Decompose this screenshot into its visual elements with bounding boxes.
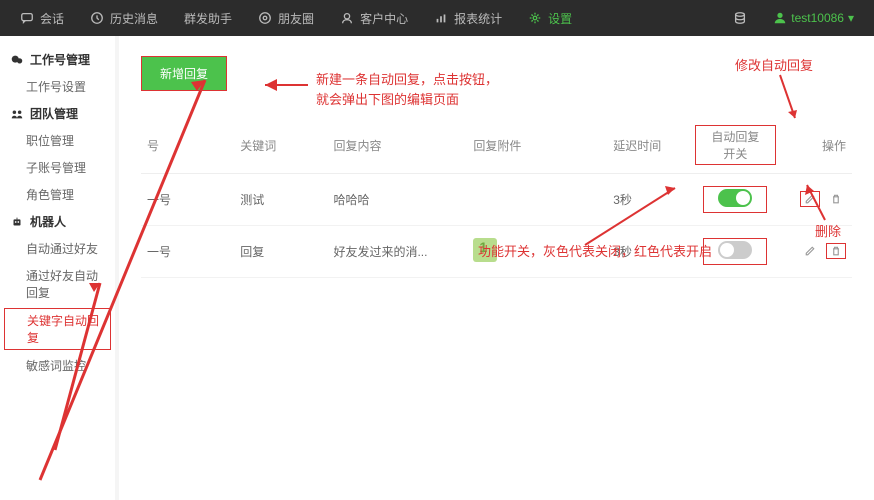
user-menu[interactable]: test10086 ▾ (773, 11, 854, 25)
cell-keyword: 测试 (234, 174, 327, 226)
col-ops: 操作 (782, 117, 852, 174)
delete-icon[interactable] (826, 243, 846, 259)
col-delay: 延迟时间 (607, 117, 689, 174)
sidebar-item-autofriend[interactable]: 自动通过好友 (0, 235, 115, 262)
sidebar-item-subaccount[interactable]: 子账号管理 (0, 154, 115, 181)
team-icon (10, 107, 24, 121)
main-content: 新增回复 号 关键词 回复内容 回复附件 延迟时间 自动回复开关 操作 一号 测… (119, 36, 874, 500)
nav-label: 群发助手 (184, 10, 232, 27)
col-keyword: 关键词 (234, 117, 327, 174)
cell-toggle (689, 174, 782, 226)
table-header-row: 号 关键词 回复内容 回复附件 延迟时间 自动回复开关 操作 (141, 117, 852, 174)
robot-icon (10, 215, 24, 229)
sidebar-item-role[interactable]: 角色管理 (0, 181, 115, 208)
nav-label: 会话 (40, 10, 64, 27)
sidebar-item-friendreply[interactable]: 通过好友自动回复 (0, 262, 115, 306)
sidebar-item-position[interactable]: 职位管理 (0, 127, 115, 154)
table-row: 一号 测试 哈哈哈 3秒 (141, 174, 852, 226)
nav-history[interactable]: 历史消息 (90, 10, 158, 27)
cell-name: 一号 (141, 174, 234, 226)
nav-label: 报表统计 (454, 10, 502, 27)
stats-icon (434, 11, 448, 25)
cell-attach (467, 174, 607, 226)
col-attach: 回复附件 (467, 117, 607, 174)
sidebar-section-robot: 机器人 (0, 208, 115, 235)
col-content: 回复内容 (327, 117, 467, 174)
auto-reply-table: 号 关键词 回复内容 回复附件 延迟时间 自动回复开关 操作 一号 测试 哈哈哈… (141, 117, 852, 278)
sidebar-item-keywordreply[interactable]: 关键字自动回复 (4, 308, 111, 350)
sidebar-item-worknum-settings[interactable]: 工作号设置 (0, 73, 115, 100)
toggle-switch-off[interactable] (718, 241, 752, 259)
nav-customer[interactable]: 客户中心 (340, 10, 408, 27)
moments-icon (258, 11, 272, 25)
delete-icon[interactable] (826, 191, 846, 207)
nav-label: 客户中心 (360, 10, 408, 27)
nav-broadcast[interactable]: 群发助手 (184, 10, 232, 27)
wechat-icon (10, 53, 24, 67)
nav-settings[interactable]: 设置 (528, 10, 572, 27)
toggle-switch-on[interactable] (718, 189, 752, 207)
cell-keyword: 回复 (234, 226, 327, 278)
database-icon[interactable] (733, 11, 747, 25)
top-navbar: 会话 历史消息 群发助手 朋友圈 客户中心 报表统计 设置 test10086 ▾ (0, 0, 874, 36)
cell-name: 一号 (141, 226, 234, 278)
chat-icon (20, 11, 34, 25)
nav-label: 朋友圈 (278, 10, 314, 27)
cell-content: 好友发过来的消... (327, 226, 467, 278)
nav-stats[interactable]: 报表统计 (434, 10, 502, 27)
sidebar-section-team: 团队管理 (0, 100, 115, 127)
cell-delay: 3秒 (607, 174, 689, 226)
add-reply-button[interactable]: 新增回复 (141, 56, 227, 91)
cell-content: 哈哈哈 (327, 174, 467, 226)
table-row: 一号 回复 好友发过来的消... 3秒 (141, 226, 852, 278)
nav-moments[interactable]: 朋友圈 (258, 10, 314, 27)
username: test10086 (791, 11, 844, 25)
cell-attach (467, 226, 607, 278)
sidebar-section-worknum: 工作号管理 (0, 46, 115, 73)
nav-chat[interactable]: 会话 (20, 10, 64, 27)
edit-icon[interactable] (800, 243, 820, 259)
col-toggle: 自动回复开关 (689, 117, 782, 174)
chevron-down-icon: ▾ (848, 11, 854, 25)
attachment-thumb[interactable] (473, 238, 497, 262)
edit-icon[interactable] (800, 191, 820, 207)
settings-icon (528, 11, 542, 25)
cell-delay: 3秒 (607, 226, 689, 278)
nav-label: 设置 (548, 10, 572, 27)
sidebar-item-sensitive[interactable]: 敏感词监控 (0, 352, 115, 379)
cell-toggle (689, 226, 782, 278)
nav-label: 历史消息 (110, 10, 158, 27)
cell-ops (782, 226, 852, 278)
col-name: 号 (141, 117, 234, 174)
customer-icon (340, 11, 354, 25)
cell-ops (782, 174, 852, 226)
history-icon (90, 11, 104, 25)
sidebar: 工作号管理 工作号设置 团队管理 职位管理 子账号管理 角色管理 机器人 自动通… (0, 36, 115, 500)
avatar-icon (773, 11, 787, 25)
